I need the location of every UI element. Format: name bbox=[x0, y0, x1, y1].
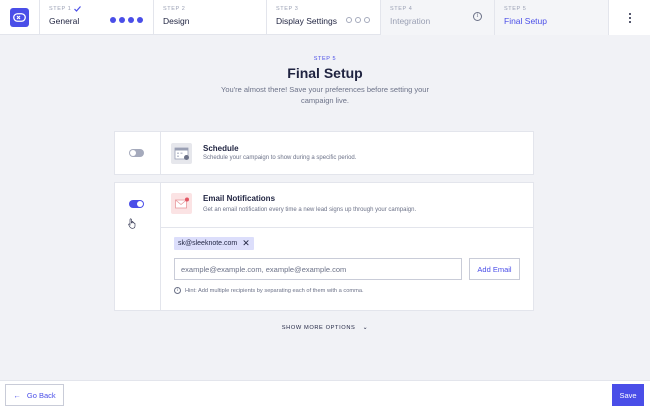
logo-cell[interactable] bbox=[0, 0, 40, 35]
progress-dots bbox=[110, 17, 143, 23]
show-more-options[interactable]: SHOW MORE OPTIONS ⌄ bbox=[0, 324, 650, 331]
page-title: Final Setup bbox=[287, 65, 363, 81]
recipient-email: sk@sleeknote.com bbox=[178, 240, 238, 247]
step-label: STEP 5 bbox=[504, 6, 527, 12]
logo-icon bbox=[10, 8, 29, 27]
email-notifications-description: Get an email notification every time a n… bbox=[203, 207, 417, 213]
step-integration[interactable]: STEP 4 Integration i bbox=[381, 0, 495, 35]
go-back-label: Go Back bbox=[26, 390, 56, 400]
step-general[interactable]: STEP 1 General bbox=[40, 0, 154, 35]
chevron-down-icon: ⌄ bbox=[362, 325, 369, 331]
progress-dots bbox=[346, 17, 370, 23]
progress-dot bbox=[346, 17, 352, 23]
go-back-button[interactable]: ← Go Back bbox=[5, 384, 64, 406]
progress-dot bbox=[128, 17, 134, 23]
step-display-settings[interactable]: STEP 3 Display Settings bbox=[267, 0, 381, 35]
step-indicator: STEP 5 bbox=[313, 56, 337, 62]
progress-dot bbox=[137, 17, 143, 23]
step-label: STEP 1 bbox=[49, 6, 72, 12]
step-name: Final Setup bbox=[504, 16, 547, 26]
hint-text: i Hint: Add multiple recipients by separ… bbox=[174, 287, 364, 294]
footer-bar: ← Go Back Save bbox=[0, 380, 650, 408]
step-final-setup[interactable]: STEP 5 Final Setup bbox=[495, 0, 608, 35]
recipient-chip: sk@sleeknote.com ✕ bbox=[174, 237, 254, 250]
checkmark-icon bbox=[74, 6, 82, 12]
arrow-left-icon: ← bbox=[13, 390, 21, 400]
progress-dot bbox=[364, 17, 370, 23]
page-heading: STEP 5 Final Setup You're almost there! … bbox=[0, 56, 650, 106]
step-label: STEP 3 bbox=[276, 6, 299, 12]
schedule-description: Schedule your campaign to show during a … bbox=[203, 155, 357, 161]
email-input[interactable] bbox=[174, 258, 462, 280]
email-notifications-title: Email Notifications bbox=[203, 194, 276, 203]
step-label: STEP 2 bbox=[163, 6, 186, 12]
step-navigation: STEP 1 General STEP 2 Design STEP 3 Disp… bbox=[0, 0, 650, 35]
hand-cursor-icon bbox=[128, 216, 137, 234]
calendar-icon bbox=[171, 143, 192, 164]
step-name: Integration bbox=[390, 16, 431, 26]
save-button[interactable]: Save bbox=[612, 384, 644, 406]
step-design[interactable]: STEP 2 Design bbox=[154, 0, 267, 35]
info-icon: i bbox=[174, 287, 181, 294]
page-subtitle: You're almost there! Save your preferenc… bbox=[221, 85, 429, 105]
add-email-button[interactable]: Add Email bbox=[469, 258, 520, 280]
progress-dot bbox=[119, 17, 125, 23]
info-icon[interactable]: i bbox=[473, 12, 482, 21]
more-menu-icon[interactable] bbox=[608, 0, 650, 35]
envelope-icon bbox=[171, 193, 192, 214]
schedule-title: Schedule bbox=[203, 144, 239, 153]
hint-label: Hint: Add multiple recipients by separat… bbox=[185, 287, 364, 294]
progress-dot bbox=[355, 17, 361, 23]
schedule-toggle[interactable] bbox=[129, 149, 144, 157]
step-label: STEP 4 bbox=[390, 6, 413, 12]
show-more-label: SHOW MORE OPTIONS bbox=[281, 325, 356, 331]
progress-dot bbox=[110, 17, 116, 23]
email-notifications-toggle[interactable] bbox=[129, 200, 144, 208]
step-name: Design bbox=[163, 16, 190, 26]
remove-recipient-icon[interactable]: ✕ bbox=[242, 239, 250, 248]
